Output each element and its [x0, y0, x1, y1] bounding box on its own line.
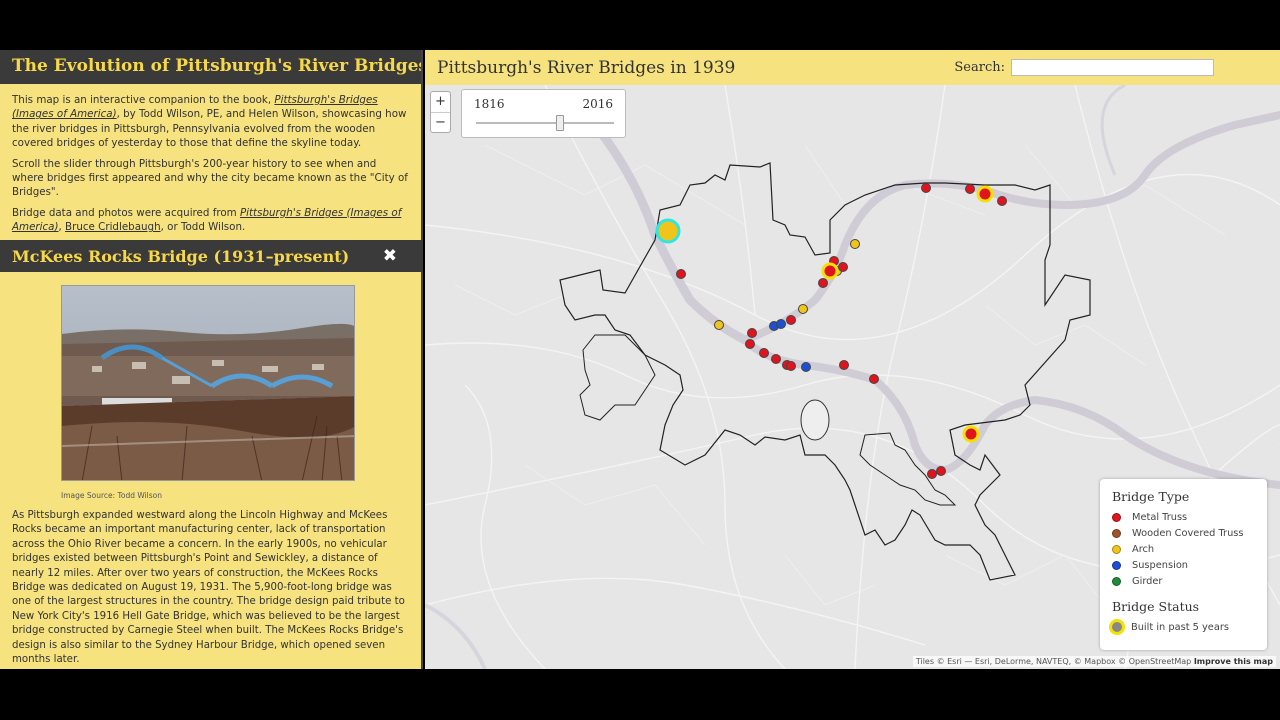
slider-track[interactable] — [476, 122, 614, 124]
legend-type-label: Arch — [1132, 543, 1155, 555]
zoom-control: + − — [430, 91, 451, 133]
legend-dot-icon — [1112, 576, 1121, 586]
legend-status-label: Built in past 5 years — [1131, 621, 1229, 633]
bridge-description: As Pittsburgh expanded westward along th… — [12, 510, 405, 666]
legend-type-row: Metal Truss — [1112, 509, 1255, 525]
legend-dot-icon — [1112, 544, 1121, 554]
intro-p1-pre: This map is an interactive companion to … — [12, 94, 275, 106]
zoom-out-button[interactable]: − — [431, 112, 450, 132]
map-canvas[interactable]: + − 1816 2016 Bridge Type Metal Truss Woo… — [425, 85, 1280, 669]
bridge-detail-title: McKees Rocks Bridge (1931–present) — [12, 246, 350, 266]
legend: Bridge Type Metal Truss Wooden Covered Tr… — [1100, 479, 1267, 650]
legend-type-row: Suspension — [1112, 557, 1255, 573]
legend-type-label: Girder — [1132, 575, 1163, 587]
attribution-text: Tiles © Esri — Esri, DeLorme, NAVTEQ, © … — [915, 657, 1194, 666]
map-title: Pittsburgh's River Bridges in 1939 — [437, 57, 736, 78]
legend-dot-icon — [1112, 528, 1121, 538]
legend-status-row: Built in past 5 years — [1109, 619, 1255, 635]
intro-text: This map is an interactive companion to … — [0, 84, 421, 235]
attribution: Tiles © Esri — Esri, DeLorme, NAVTEQ, © … — [912, 656, 1276, 667]
image-source: Image Source: Todd Wilson — [61, 491, 163, 500]
legend-type-row: Girder — [1112, 573, 1255, 589]
slider-handle[interactable] — [556, 115, 564, 131]
map-header: Pittsburgh's River Bridges in 1939 Searc… — [425, 50, 1280, 85]
intro-p3-post: , or Todd Wilson. — [160, 221, 246, 234]
map-panel: Pittsburgh's River Bridges in 1939 Searc… — [425, 50, 1280, 669]
slider-min-year: 1816 — [474, 97, 505, 111]
legend-type-label: Suspension — [1132, 559, 1189, 571]
sidebar: The Evolution of Pittsburgh's River Brid… — [0, 50, 423, 669]
letterbox-bottom — [0, 669, 1280, 720]
intro-paragraph-1: This map is an interactive companion to … — [12, 93, 409, 151]
legend-dot-icon — [1112, 512, 1121, 522]
letterbox-top — [0, 0, 1280, 50]
close-icon[interactable]: ✖ — [383, 246, 397, 266]
legend-type-row: Wooden Covered Truss — [1112, 525, 1255, 541]
bridge-photo — [61, 285, 355, 481]
search-box: Search: — [954, 59, 1214, 76]
intro-p3-pre: Bridge data and photos were acquired fro… — [12, 206, 240, 219]
legend-type-title: Bridge Type — [1112, 489, 1190, 504]
legend-type-row: Arch — [1112, 541, 1255, 557]
search-label: Search: — [954, 60, 1005, 75]
selected-bridge-marker[interactable] — [655, 218, 681, 244]
intro-paragraph-3: Bridge data and photos were acquired fro… — [12, 206, 409, 235]
sidebar-title: The Evolution of Pittsburgh's River Brid… — [0, 50, 421, 84]
legend-type-label: Wooden Covered Truss — [1132, 527, 1244, 539]
improve-map-link[interactable]: Improve this map — [1194, 657, 1273, 666]
year-slider: 1816 2016 — [461, 89, 626, 138]
intro-paragraph-2: Scroll the slider through Pittsburgh's 2… — [12, 157, 408, 199]
search-input[interactable] — [1011, 59, 1214, 76]
bridge-detail-header: McKees Rocks Bridge (1931–present) ✖ — [0, 240, 423, 272]
cridlebaugh-link[interactable]: Bruce Cridlebaugh — [65, 221, 161, 233]
legend-type-label: Metal Truss — [1132, 511, 1188, 523]
slider-max-year: 2016 — [582, 97, 613, 111]
legend-status-title: Bridge Status — [1112, 599, 1200, 614]
new-bridge-icon — [1109, 619, 1125, 635]
zoom-in-button[interactable]: + — [431, 92, 450, 112]
legend-dot-icon — [1112, 560, 1121, 570]
